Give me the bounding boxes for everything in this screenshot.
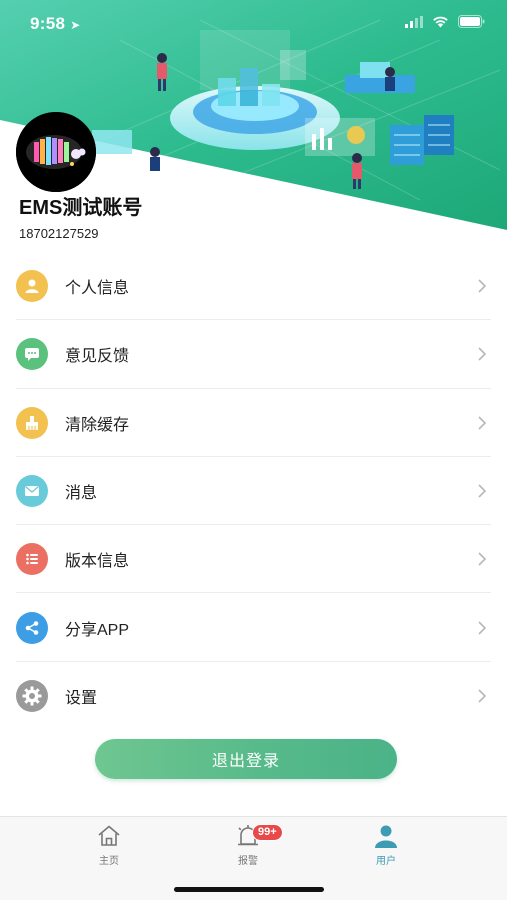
- home-indicator: [174, 887, 324, 892]
- menu-item-clear-cache[interactable]: 清除缓存: [0, 389, 507, 458]
- list-icon: [16, 543, 48, 576]
- menu-item-label: 分享APP: [65, 621, 130, 639]
- avatar-cloud-image: [16, 112, 96, 192]
- tab-user[interactable]: 用户: [346, 823, 426, 873]
- menu-item-share-app[interactable]: 分享APP: [0, 593, 507, 663]
- battery-icon: [458, 15, 485, 28]
- status-time: 9:58 ➤: [30, 14, 81, 33]
- cellular-signal-icon: [405, 15, 423, 28]
- broom-icon: [16, 406, 48, 439]
- chevron-right-icon: [478, 416, 487, 430]
- menu-item-version-info[interactable]: 版本信息: [0, 525, 507, 594]
- menu-item-profile-info[interactable]: 个人信息: [0, 252, 507, 321]
- menu-item-feedback[interactable]: 意见反馈: [0, 320, 507, 389]
- chevron-right-icon: [478, 552, 487, 566]
- menu-item-messages[interactable]: 消息: [0, 457, 507, 526]
- wifi-icon: [433, 16, 448, 27]
- alarm-count-badge: 99+: [252, 824, 283, 841]
- chat-bubble-icon: [16, 338, 48, 371]
- person-icon: [16, 270, 48, 303]
- status-icons: [405, 15, 485, 28]
- share-icon: [16, 611, 48, 644]
- settings-menu: 个人信息 意见反馈 清除缓存 消息 版本信息 分享APP 设置: [0, 252, 507, 730]
- tab-label: 报警: [238, 856, 258, 867]
- menu-item-label: 版本信息: [65, 553, 130, 571]
- chevron-right-icon: [478, 621, 487, 635]
- location-arrow-icon: ➤: [70, 18, 81, 32]
- envelope-icon: [16, 475, 48, 508]
- avatar[interactable]: [16, 112, 96, 192]
- chevron-right-icon: [478, 484, 487, 498]
- account-name: EMS测试账号: [19, 197, 143, 219]
- menu-item-label: 意见反馈: [65, 348, 130, 366]
- tab-label: 主页: [99, 856, 119, 867]
- home-icon: [98, 825, 120, 846]
- menu-item-label: 设置: [65, 689, 98, 707]
- user-icon: [375, 825, 397, 848]
- menu-item-label: 消息: [65, 485, 98, 503]
- menu-item-label: 清除缓存: [65, 416, 130, 434]
- logout-button[interactable]: 退出登录: [95, 739, 397, 779]
- menu-item-settings[interactable]: 设置: [0, 662, 507, 730]
- chevron-right-icon: [478, 689, 487, 703]
- chevron-right-icon: [478, 347, 487, 362]
- gear-icon: [16, 679, 48, 712]
- account-phone: 18702127529: [19, 226, 99, 241]
- tab-home[interactable]: 主页: [69, 823, 149, 873]
- tab-label: 用户: [376, 856, 396, 867]
- menu-item-label: 个人信息: [65, 280, 130, 298]
- chevron-right-icon: [478, 279, 487, 293]
- tab-alarm[interactable]: 报警 99+: [208, 823, 288, 873]
- status-bar: 9:58 ➤: [0, 0, 507, 46]
